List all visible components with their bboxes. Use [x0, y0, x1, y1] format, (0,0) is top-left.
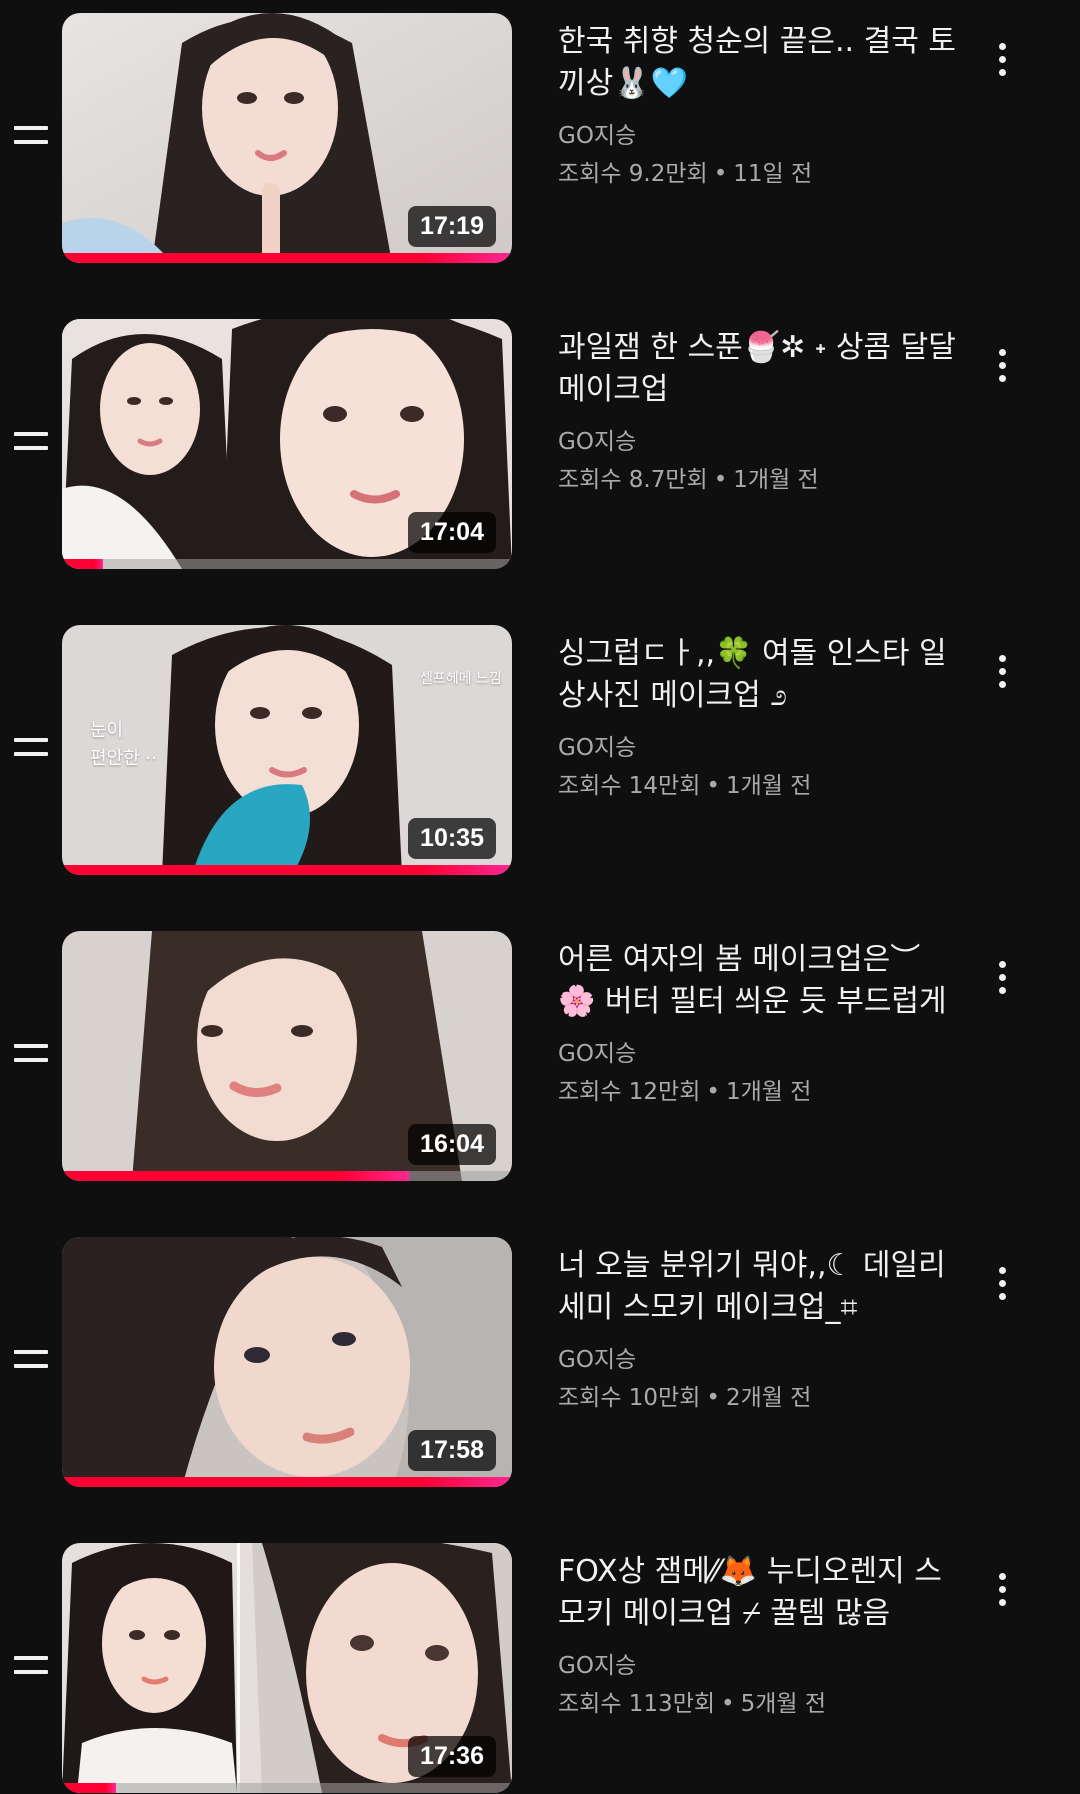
- video-details: FOX상 잼메⁄⁄🦊 누디오렌지 스모키 메이크업 ⌿ 꿀템 많음 GO지승 조…: [558, 1551, 958, 1719]
- more-vert-icon[interactable]: [984, 1259, 1020, 1309]
- watch-progress-fill: [62, 1171, 409, 1181]
- stats-separator: •: [706, 773, 720, 799]
- video-details: 너 오늘 분위기 뭐야,,☾ 데일리 세미 스모키 메이크업_⌗ GO지승 조회…: [558, 1245, 958, 1413]
- video-duration: 10:35: [408, 818, 496, 859]
- drag-handle-icon[interactable]: [14, 1347, 48, 1373]
- playlist-video-item[interactable]: 17:58 너 오늘 분위기 뭐야,,☾ 데일리 세미 스모키 메이크업_⌗ G…: [0, 1237, 1080, 1487]
- drag-handle-icon[interactable]: [14, 429, 48, 455]
- view-count: 조회수 8.7만회: [558, 467, 708, 493]
- playlist-video-item[interactable]: 16:04 어른 여자의 봄 메이크업은︶ 🌸 버터 필터 씌운 듯 부드럽게 …: [0, 931, 1080, 1181]
- stats-separator: •: [706, 1079, 720, 1105]
- watch-progress-bar: [62, 1477, 512, 1487]
- video-duration: 16:04: [408, 1124, 496, 1165]
- video-stats: 조회수 8.7만회 • 1개월 전: [558, 465, 958, 495]
- more-vert-icon[interactable]: [984, 35, 1020, 85]
- upload-age: 1개월 전: [733, 467, 819, 493]
- drag-handle-icon[interactable]: [14, 735, 48, 761]
- channel-name: GO지승: [558, 429, 637, 455]
- video-thumbnail[interactable]: 눈이 편안한 ·· 셀프헤메 느낌 10:35: [62, 625, 512, 875]
- view-count: 조회수 9.2만회: [558, 161, 708, 187]
- watch-progress-fill: [62, 1477, 512, 1487]
- upload-age: 1개월 전: [725, 1079, 812, 1105]
- video-thumbnail[interactable]: 17:04: [62, 319, 512, 569]
- video-title[interactable]: 과일잼 한 스푼🍧✲ ˖ 상콤 달달 메이크업: [558, 327, 958, 411]
- upload-age: 5개월 전: [740, 1691, 827, 1717]
- channel-name: GO지승: [558, 735, 637, 761]
- watch-progress-bar: [62, 1783, 512, 1793]
- more-vert-icon[interactable]: [984, 1565, 1020, 1615]
- upload-age: 1개월 전: [725, 773, 812, 799]
- view-count: 조회수 113만회: [558, 1691, 716, 1717]
- stats-separator: •: [706, 1385, 720, 1411]
- video-stats: 조회수 113만회 • 5개월 전: [558, 1689, 958, 1719]
- more-vert-icon[interactable]: [984, 341, 1020, 391]
- video-duration: 17:36: [408, 1736, 496, 1777]
- video-stats: 조회수 10만회 • 2개월 전: [558, 1383, 958, 1413]
- video-title[interactable]: FOX상 잼메⁄⁄🦊 누디오렌지 스모키 메이크업 ⌿ 꿀템 많음: [558, 1551, 958, 1635]
- playlist-video-item[interactable]: 17:04 과일잼 한 스푼🍧✲ ˖ 상콤 달달 메이크업 GO지승 조회수 8…: [0, 319, 1080, 569]
- drag-handle-icon[interactable]: [14, 1041, 48, 1067]
- watch-progress-fill: [62, 865, 512, 875]
- video-thumbnail[interactable]: 17:58: [62, 1237, 512, 1487]
- playlist-video-item[interactable]: 17:19 한국 취향 청순의 끝은.. 결국 토끼상🐰🩵 GO지승 조회수 9…: [0, 13, 1080, 263]
- video-duration: 17:04: [408, 512, 496, 553]
- thumbnail-caption-left: 눈이 편안한 ··: [90, 720, 157, 769]
- watch-progress-fill: [62, 1783, 116, 1793]
- video-details: 어른 여자의 봄 메이크업은︶ 🌸 버터 필터 씌운 듯 부드럽게 GO지승 조…: [558, 939, 958, 1107]
- video-details: 과일잼 한 스푼🍧✲ ˖ 상콤 달달 메이크업 GO지승 조회수 8.7만회 • 1…: [558, 327, 958, 495]
- view-count: 조회수 12만회: [558, 1079, 701, 1105]
- video-details: 싱그럽ㄷㅏ,,🍀 여돌 인스타 일상사진 메이크업 ೨ GO지승 조회수 14만…: [558, 633, 958, 801]
- playlist-video-list: 17:19 한국 취향 청순의 끝은.. 결국 토끼상🐰🩵 GO지승 조회수 9…: [0, 0, 1080, 1794]
- more-vert-icon[interactable]: [984, 953, 1020, 1003]
- playlist-video-item[interactable]: 17:36 FOX상 잼메⁄⁄🦊 누디오렌지 스모키 메이크업 ⌿ 꿀템 많음 …: [0, 1543, 1080, 1793]
- video-thumbnail[interactable]: 17:19: [62, 13, 512, 263]
- watch-progress-bar: [62, 559, 512, 569]
- video-title[interactable]: 어른 여자의 봄 메이크업은︶ 🌸 버터 필터 씌운 듯 부드럽게: [558, 939, 958, 1023]
- video-thumbnail[interactable]: 16:04: [62, 931, 512, 1181]
- view-count: 조회수 10만회: [558, 1385, 701, 1411]
- thumbnail-divider: [237, 1543, 240, 1793]
- drag-handle-icon[interactable]: [14, 1653, 48, 1679]
- upload-age: 2개월 전: [725, 1385, 812, 1411]
- stats-separator: •: [713, 161, 728, 187]
- stats-separator: •: [721, 1691, 735, 1717]
- video-details: 한국 취향 청순의 끝은.. 결국 토끼상🐰🩵 GO지승 조회수 9.2만회 • 1…: [558, 21, 958, 189]
- channel-name: GO지승: [558, 1347, 637, 1373]
- watch-progress-bar: [62, 253, 512, 263]
- channel-name: GO지승: [558, 1041, 637, 1067]
- video-duration: 17:58: [408, 1430, 496, 1471]
- video-stats: 조회수 12만회 • 1개월 전: [558, 1077, 958, 1107]
- thumbnail-caption-right: 셀프헤메 느낌: [420, 671, 502, 687]
- video-title[interactable]: 한국 취향 청순의 끝은.. 결국 토끼상🐰🩵: [558, 21, 958, 105]
- playlist-video-item[interactable]: 눈이 편안한 ·· 셀프헤메 느낌 10:35 싱그럽ㄷㅏ,,🍀 여돌 인스타 …: [0, 625, 1080, 875]
- video-stats: 조회수 9.2만회 • 11일 전: [558, 159, 958, 189]
- video-stats: 조회수 14만회 • 1개월 전: [558, 771, 958, 801]
- drag-handle-icon[interactable]: [14, 123, 48, 149]
- video-title[interactable]: 너 오늘 분위기 뭐야,,☾ 데일리 세미 스모키 메이크업_⌗: [558, 1245, 958, 1329]
- channel-name: GO지승: [558, 123, 637, 149]
- stats-separator: •: [713, 467, 728, 493]
- video-duration: 17:19: [408, 206, 496, 247]
- video-thumbnail[interactable]: 17:36: [62, 1543, 512, 1793]
- watch-progress-bar: [62, 865, 512, 875]
- watch-progress-fill: [62, 253, 512, 263]
- watch-progress-bar: [62, 1171, 512, 1181]
- video-title[interactable]: 싱그럽ㄷㅏ,,🍀 여돌 인스타 일상사진 메이크업 ೨: [558, 633, 958, 717]
- view-count: 조회수 14만회: [558, 773, 701, 799]
- watch-progress-fill: [62, 559, 103, 569]
- more-vert-icon[interactable]: [984, 647, 1020, 697]
- channel-name: GO지승: [558, 1653, 637, 1679]
- upload-age: 11일 전: [733, 161, 813, 187]
